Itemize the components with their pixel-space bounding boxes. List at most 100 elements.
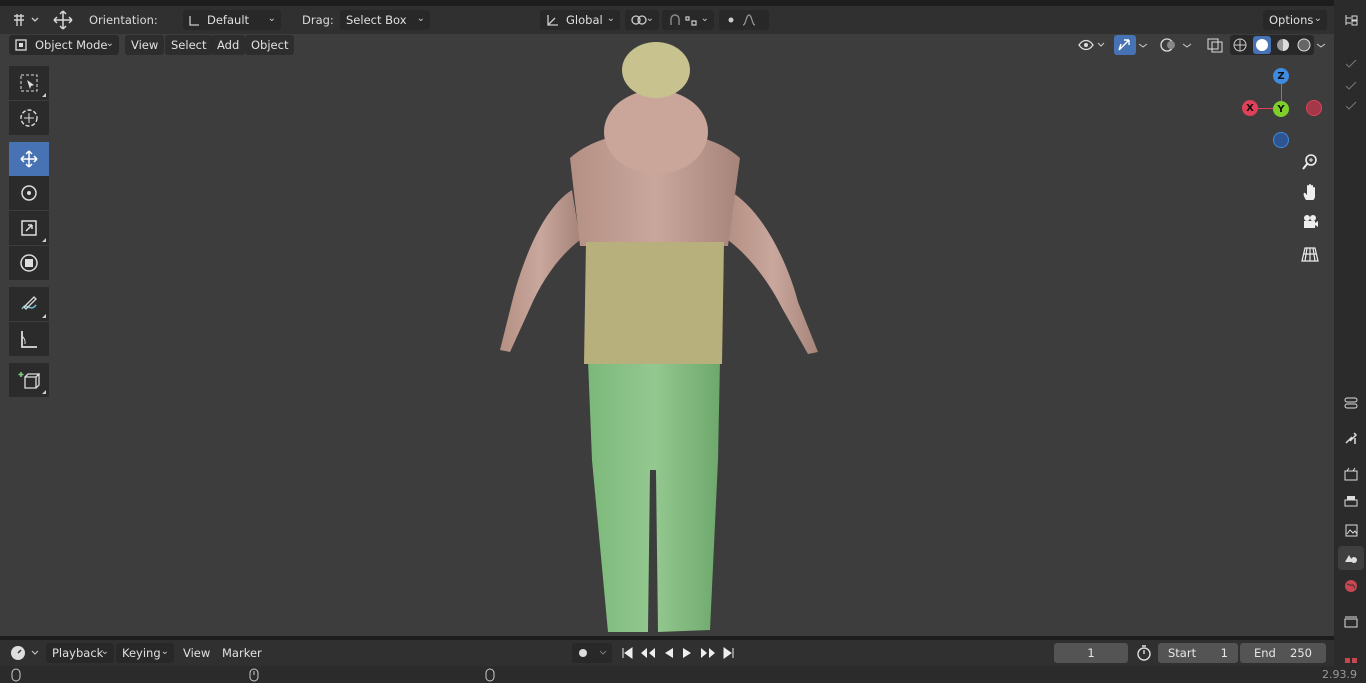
options-dropdown[interactable]: Options ⌄ [1263,10,1327,30]
global-axes-icon [547,15,558,26]
move-arrows-icon [20,150,38,168]
shading-modes [1230,35,1314,55]
output-properties-tab[interactable] [1338,490,1364,514]
snapping-dropdown[interactable]: ⌄ [662,10,714,30]
move-tool-icon [50,9,76,31]
menu-select[interactable]: Select [165,35,213,55]
pencil-icon [21,296,37,310]
shading-dropdown[interactable] [1314,35,1328,55]
orientation-dropdown[interactable]: Default ⌄ [183,10,281,30]
transform-icon [20,254,38,272]
marker-menu[interactable]: Marker [216,643,268,663]
playback-menu[interactable]: Playback ⌄ [46,643,114,663]
checkmark-icon [1345,59,1357,68]
add-cube-icon [18,372,40,389]
render-camera-icon [1344,467,1358,481]
tool-properties-tab[interactable] [1338,426,1364,450]
gizmo-toggle-button[interactable] [1114,35,1136,55]
view3d-editor-icon [14,14,39,26]
keying-menu[interactable]: Keying ⌄ [116,643,174,663]
mode-dropdown[interactable]: Object Mode ⌄ [9,35,119,55]
chevron-down-icon [1316,43,1326,48]
menu-add[interactable]: Add [211,35,246,55]
collection-box-icon [1344,616,1358,628]
timeline-editor-type-button[interactable] [8,643,40,663]
properties-icon [1344,397,1358,409]
outliner-editor-button[interactable] [1338,8,1364,32]
gizmo-negative-x[interactable] [1306,100,1322,116]
select-box-icon [20,74,38,92]
eye-icon [1078,39,1105,51]
gizmo-z-axis[interactable]: Z [1273,68,1289,84]
move-tool[interactable] [9,142,49,176]
xray-toggle-button[interactable] [1204,35,1226,55]
drag-label: Drag: [302,13,334,27]
gizmo-x-axis[interactable]: X [1242,100,1258,116]
character-model [500,42,818,632]
version-label: 2.93.9 [1322,668,1357,681]
annotate-tool[interactable] [9,287,49,321]
drag-value: Select Box [346,13,407,27]
auto-keying-button[interactable] [572,643,612,663]
properties-editor-button[interactable] [1338,391,1364,415]
drag-dropdown[interactable]: Select Box ⌄ [340,10,430,30]
render-properties-tab[interactable] [1338,462,1364,486]
next-keyframe-icon[interactable] [699,646,717,660]
world-properties-tab[interactable] [1338,574,1364,598]
rendered-shading-icon[interactable] [1296,37,1312,53]
transform-tool[interactable] [9,246,49,280]
outliner-row-1[interactable] [1338,52,1364,76]
add-cube-tool[interactable] [9,363,49,397]
gizmo-negative-z[interactable] [1273,132,1289,148]
gizmo-dropdown[interactable] [1136,35,1150,55]
transform-orientation-dropdown[interactable]: Global ⌄ [540,10,620,30]
select-box-tool[interactable] [9,66,49,100]
rotate-icon [21,185,37,201]
clock-editor-icon [11,646,39,660]
wrench-screwdriver-icon [1345,432,1358,444]
current-frame-field[interactable]: 1 [1054,643,1128,663]
scene-icon [1345,555,1357,563]
preview-range-button[interactable] [1134,643,1154,663]
pivot-point-dropdown[interactable]: ⌄ [625,10,659,30]
proportional-editing-icon [728,14,756,26]
prev-keyframe-icon[interactable] [639,646,657,660]
overlays-dropdown[interactable] [1180,35,1194,55]
end-frame-field[interactable]: End 250 [1240,643,1326,663]
jump-start-icon[interactable] [620,646,634,660]
scene-properties-tab[interactable] [1338,546,1364,570]
wireframe-shading-icon[interactable] [1232,37,1248,53]
start-frame-field[interactable]: Start 1 [1158,643,1238,663]
visibility-dropdown[interactable] [1076,35,1108,55]
solid-shading-icon[interactable] [1252,36,1271,54]
ruler-icon [21,331,37,348]
checkmark-icon [1345,81,1357,90]
material-shading-icon[interactable] [1275,37,1291,53]
timeline-view-menu[interactable]: View [177,643,216,663]
orientation-axes-icon [189,16,199,26]
outliner-row-3[interactable] [1338,94,1364,118]
perspective-toggle-button[interactable] [1296,240,1324,268]
zoom-button[interactable] [1296,148,1324,176]
play-icon[interactable] [680,646,694,660]
pan-button[interactable] [1296,178,1324,206]
jump-end-icon[interactable] [722,646,736,660]
editor-type-button[interactable] [10,10,40,30]
overlays-button[interactable] [1158,35,1180,55]
scale-tool[interactable] [9,211,49,245]
collection-properties-tab[interactable] [1338,610,1364,634]
measure-tool[interactable] [9,322,49,356]
proportional-editing-dropdown[interactable] [719,10,769,30]
play-reverse-icon[interactable] [662,646,676,660]
camera-view-button[interactable] [1296,208,1324,236]
cursor-tool[interactable] [9,101,49,135]
mouse-right-icon [485,668,495,682]
outliner-icon [1345,15,1358,26]
chevron-down-icon [1182,43,1192,48]
menu-view[interactable]: View [125,35,165,55]
rotate-tool[interactable] [9,176,49,210]
gizmo-y-axis[interactable]: Y [1273,101,1289,117]
view-layer-properties-tab[interactable] [1338,518,1364,542]
hand-icon [1303,184,1315,200]
menu-object[interactable]: Object [245,35,295,55]
